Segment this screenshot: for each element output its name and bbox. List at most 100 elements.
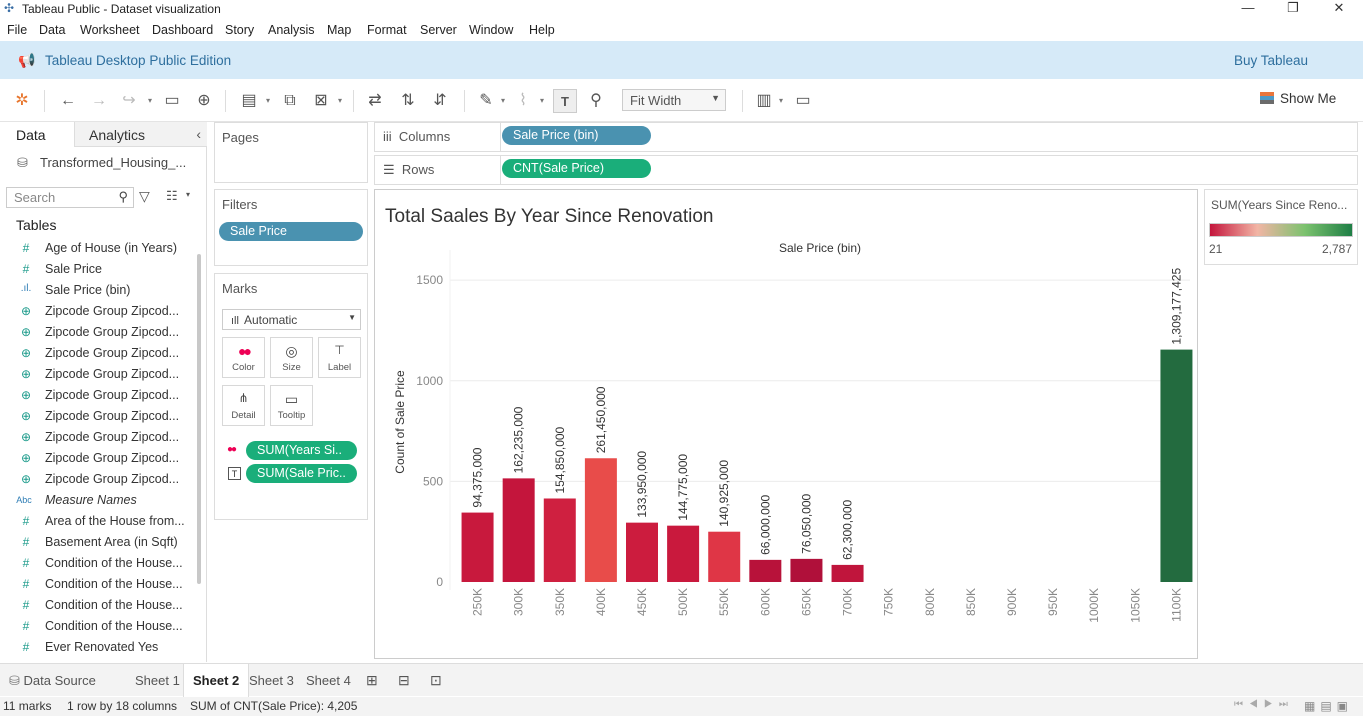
- field-item[interactable]: ⊕ Zipcode Group Zipcod...: [0, 364, 190, 385]
- bar[interactable]: [626, 522, 658, 582]
- menu-server[interactable]: Server: [420, 23, 457, 37]
- field-item[interactable]: ⊕ Zipcode Group Zipcod...: [0, 427, 190, 448]
- field-item[interactable]: ⊕ Zipcode Group Zipcod...: [0, 469, 190, 490]
- field-item[interactable]: # Condition of the House...: [0, 574, 190, 595]
- field-item[interactable]: ⊕ Zipcode Group Zipcod...: [0, 448, 190, 469]
- view-list-icon[interactable]: ☷: [166, 188, 178, 204]
- rows-pill[interactable]: CNT(Sale Price): [502, 159, 651, 178]
- field-item[interactable]: # Sale Price: [0, 259, 190, 280]
- menu-map[interactable]: Map: [327, 23, 351, 37]
- label-button[interactable]: ⊤ Label: [318, 337, 361, 378]
- menu-format[interactable]: Format: [367, 23, 407, 37]
- highlight-dropdown-icon[interactable]: ▾: [499, 89, 507, 113]
- undo-icon[interactable]: ←: [56, 89, 80, 113]
- menu-analysis[interactable]: Analysis: [268, 23, 315, 37]
- maximize-button[interactable]: ❐: [1270, 0, 1316, 18]
- menu-story[interactable]: Story: [225, 23, 254, 37]
- bar[interactable]: [543, 498, 576, 582]
- sheet-nav-icon[interactable]: ⏮◀▶⏭: [1234, 699, 1294, 710]
- sheet-view-icon[interactable]: ▦▤▣: [1304, 699, 1353, 713]
- field-item[interactable]: # Ever Renovated Yes: [0, 637, 190, 658]
- clear-sheet-icon[interactable]: ⊠: [309, 89, 333, 113]
- view-dropdown-icon[interactable]: ▾: [186, 190, 190, 199]
- bar[interactable]: [502, 478, 535, 582]
- swap-rows-columns-icon[interactable]: ⇄: [363, 89, 387, 113]
- color-legend[interactable]: SUM(Years Since Reno... 21 2,787: [1204, 189, 1358, 265]
- buy-tableau-link[interactable]: Buy Tableau: [1234, 53, 1308, 68]
- field-item[interactable]: ⊕ Zipcode Group Zipcod...: [0, 385, 190, 406]
- columns-pill[interactable]: Sale Price (bin): [502, 126, 651, 145]
- bar[interactable]: [667, 525, 700, 582]
- field-item[interactable]: # Area of the House from...: [0, 511, 190, 532]
- viz-area[interactable]: Total Saales By Year Since Renovation Sal…: [374, 189, 1198, 659]
- tab-data[interactable]: Data: [0, 122, 74, 147]
- bar[interactable]: [749, 559, 782, 582]
- field-item[interactable]: # Condition of the House...: [0, 553, 190, 574]
- clear-sheet-dropdown-icon[interactable]: ▾: [336, 89, 344, 113]
- search-input[interactable]: Search ⚲: [6, 187, 134, 208]
- field-item[interactable]: ⊕ Zipcode Group Zipcod...: [0, 301, 190, 322]
- field-item[interactable]: .ıl. Sale Price (bin): [0, 280, 190, 301]
- show-cards-icon[interactable]: ▥: [752, 89, 776, 113]
- mark-pill-years[interactable]: SUM(Years Si..: [246, 441, 357, 460]
- tableau-home-icon[interactable]: ✲: [10, 89, 34, 113]
- tab-analytics[interactable]: Analytics ‹: [74, 122, 207, 147]
- color-button[interactable]: ●● Color: [222, 337, 265, 378]
- scrollbar[interactable]: [197, 254, 201, 584]
- bar[interactable]: [831, 564, 864, 582]
- show-mark-labels-icon[interactable]: T: [553, 89, 577, 113]
- columns-shelf[interactable]: iii Columns Sale Price (bin): [374, 122, 1358, 152]
- bar[interactable]: [461, 512, 494, 582]
- minimize-button[interactable]: —: [1225, 0, 1271, 18]
- filter-pill-sale-price[interactable]: Sale Price: [219, 222, 363, 241]
- data-source-tab[interactable]: ⛁ Data Source: [0, 664, 105, 697]
- new-dashboard-tab-icon[interactable]: ⊟: [398, 672, 410, 689]
- save-icon[interactable]: ▭: [160, 89, 184, 113]
- collapse-pane-icon[interactable]: ‹: [196, 126, 201, 142]
- new-worksheet-icon[interactable]: ▤: [237, 89, 261, 113]
- menu-data[interactable]: Data: [39, 23, 65, 37]
- datasource-name[interactable]: Transformed_Housing_...: [40, 155, 186, 170]
- rows-shelf[interactable]: ☰ Rows CNT(Sale Price): [374, 155, 1358, 185]
- field-item[interactable]: ⊕ Zipcode Group Zipcod...: [0, 343, 190, 364]
- menu-file[interactable]: File: [7, 23, 27, 37]
- bar[interactable]: [584, 458, 617, 582]
- show-cards-dropdown-icon[interactable]: ▾: [777, 89, 785, 113]
- sort-descending-icon[interactable]: ⇵: [428, 89, 452, 113]
- tooltip-button[interactable]: ▭ Tooltip: [270, 385, 313, 426]
- tab-sheet-4[interactable]: Sheet 4: [297, 664, 360, 697]
- size-button[interactable]: ◎ Size: [270, 337, 313, 378]
- field-item[interactable]: # Condition of the House...: [0, 616, 190, 637]
- menu-worksheet[interactable]: Worksheet: [80, 23, 140, 37]
- bar[interactable]: [708, 531, 741, 582]
- replay-dropdown-icon[interactable]: ▾: [146, 89, 154, 113]
- group-dropdown-icon[interactable]: ▾: [538, 89, 546, 113]
- new-worksheet-dropdown-icon[interactable]: ▾: [264, 89, 272, 113]
- new-story-tab-icon[interactable]: ⊡: [430, 672, 442, 689]
- tab-sheet-3[interactable]: Sheet 3: [240, 664, 303, 697]
- menu-window[interactable]: Window: [469, 23, 513, 37]
- redo-icon[interactable]: →: [87, 89, 111, 113]
- tab-sheet-1[interactable]: Sheet 1: [126, 664, 189, 697]
- field-item[interactable]: # Basement Area (in Sqft): [0, 532, 190, 553]
- show-me-button[interactable]: Show Me: [1260, 91, 1336, 106]
- bar[interactable]: [1160, 349, 1193, 582]
- new-datasource-icon[interactable]: ⊕: [192, 89, 216, 113]
- field-item[interactable]: ⊕ Zipcode Group Zipcod...: [0, 406, 190, 427]
- field-item[interactable]: # Condition of the House...: [0, 595, 190, 616]
- filter-icon[interactable]: ▽: [139, 188, 150, 205]
- mark-pill-sale-price[interactable]: SUM(Sale Pric..: [246, 464, 357, 483]
- bar[interactable]: [790, 558, 823, 582]
- highlight-icon[interactable]: ✎: [474, 89, 498, 113]
- field-item[interactable]: Abc Measure Names: [0, 490, 190, 511]
- new-worksheet-tab-icon[interactable]: ⊞: [366, 672, 378, 689]
- group-members-icon[interactable]: ⌇: [511, 89, 535, 113]
- pages-card[interactable]: Pages: [214, 122, 368, 183]
- menu-help[interactable]: Help: [529, 23, 555, 37]
- mark-type-select[interactable]: ıll Automatic ▼: [222, 309, 361, 330]
- field-item[interactable]: ⊕ Zipcode Group Zipcod...: [0, 322, 190, 343]
- menu-dashboard[interactable]: Dashboard: [152, 23, 213, 37]
- duplicate-sheet-icon[interactable]: ⧉: [278, 89, 302, 113]
- fix-axes-pin-icon[interactable]: ⚲: [584, 89, 608, 113]
- presentation-mode-icon[interactable]: ▭: [791, 89, 815, 113]
